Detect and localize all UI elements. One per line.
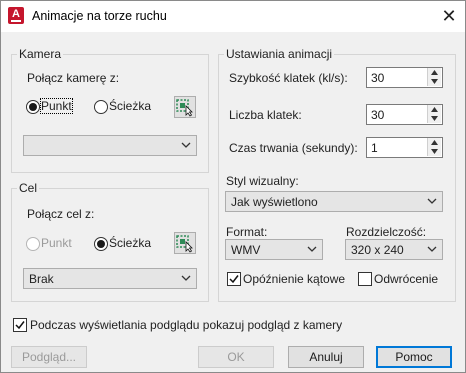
ok-button: OK: [198, 346, 274, 368]
format-label: Format:: [226, 225, 268, 239]
target-link-label: Połącz cel z:: [27, 207, 95, 221]
spin-down-button[interactable]: [427, 147, 441, 156]
dialog-title: Animacje na torze ruchu: [32, 9, 167, 23]
arrow-down-icon: [431, 149, 438, 154]
cancel-button[interactable]: Anuluj: [288, 346, 364, 368]
camera-group-label: Kamera: [17, 47, 64, 61]
camera-path-radio[interactable]: [94, 100, 108, 114]
camera-dropdown[interactable]: [23, 135, 197, 156]
duration-value: 1: [371, 141, 378, 155]
resolution-label: Rozdzielczość:: [346, 225, 427, 239]
camera-pick-button[interactable]: [174, 96, 196, 118]
help-button[interactable]: Pomoc: [376, 346, 452, 368]
frames-value: 30: [371, 108, 385, 122]
target-point-radio: [26, 237, 40, 251]
arrow-up-icon: [431, 140, 438, 145]
target-path-radio[interactable]: [94, 237, 108, 251]
target-dropdown-value: Brak: [29, 272, 54, 286]
preview-camera-label[interactable]: Podczas wyświetlania podglądu pokazuj po…: [30, 318, 342, 332]
arrow-down-icon: [431, 79, 438, 84]
target-dropdown[interactable]: Brak: [23, 268, 197, 289]
preview-button: Podgląd...: [11, 346, 87, 368]
animation-settings-label: Ustawiania animacji: [224, 47, 335, 61]
autocad-app-icon: A: [8, 7, 24, 24]
camera-link-label: Połącz kamerę z:: [27, 71, 120, 85]
pick-object-icon: [176, 99, 193, 117]
target-group-label: Cel: [17, 181, 40, 195]
frame-rate-label: Szybkość klatek (kl/s):: [229, 71, 348, 85]
corner-deceleration-label[interactable]: Opóźnienie kątowe: [243, 272, 345, 286]
chevron-down-icon: [427, 246, 437, 252]
preview-camera-checkbox[interactable]: [13, 318, 27, 332]
reverse-checkbox[interactable]: [358, 272, 372, 286]
visual-style-dropdown[interactable]: Jak wyświetlono: [225, 191, 443, 212]
frame-rate-value: 30: [371, 71, 385, 85]
corner-deceleration-checkbox[interactable]: [227, 272, 241, 286]
pick-object-icon: [176, 235, 193, 253]
close-icon[interactable]: ✕: [438, 5, 460, 27]
title-bar[interactable]: A Animacje na torze ruchu ✕: [1, 1, 465, 32]
frames-spinner[interactable]: 30: [366, 104, 443, 125]
spin-down-button[interactable]: [427, 77, 441, 86]
checkmark-icon: [15, 321, 25, 330]
duration-label: Czas trwania (sekundy):: [229, 141, 358, 155]
reverse-label[interactable]: Odwrócenie: [374, 272, 438, 286]
camera-point-radio[interactable]: [26, 100, 40, 114]
camera-path-label[interactable]: Ścieżka: [109, 99, 151, 113]
spin-up-button[interactable]: [427, 105, 441, 114]
duration-spinner[interactable]: 1: [366, 137, 443, 158]
checkmark-icon: [229, 275, 239, 284]
visual-style-value: Jak wyświetlono: [231, 195, 318, 209]
arrow-up-icon: [431, 70, 438, 75]
frame-rate-spinner[interactable]: 30: [366, 67, 443, 88]
target-path-label[interactable]: Ścieżka: [109, 236, 151, 250]
spin-up-button[interactable]: [427, 68, 441, 77]
arrow-up-icon: [431, 107, 438, 112]
visual-style-label: Styl wizualny:: [226, 174, 299, 188]
arrow-down-icon: [431, 116, 438, 121]
chevron-down-icon: [427, 198, 437, 204]
frames-label: Liczba klatek:: [229, 108, 302, 122]
resolution-value: 320 x 240: [351, 243, 404, 257]
chevron-down-icon: [307, 246, 317, 252]
spin-up-button[interactable]: [427, 138, 441, 147]
dialog-window: A Animacje na torze ruchu ✕ Kamera Połąc…: [0, 0, 466, 373]
format-value: WMV: [231, 243, 261, 257]
format-dropdown[interactable]: WMV: [225, 239, 323, 260]
target-pick-button[interactable]: [174, 232, 196, 254]
chevron-down-icon: [181, 275, 191, 281]
resolution-dropdown[interactable]: 320 x 240: [345, 239, 443, 260]
spin-down-button[interactable]: [427, 114, 441, 123]
chevron-down-icon: [181, 142, 191, 148]
camera-point-label[interactable]: Punkt: [40, 98, 73, 114]
target-point-label: Punkt: [41, 236, 72, 250]
